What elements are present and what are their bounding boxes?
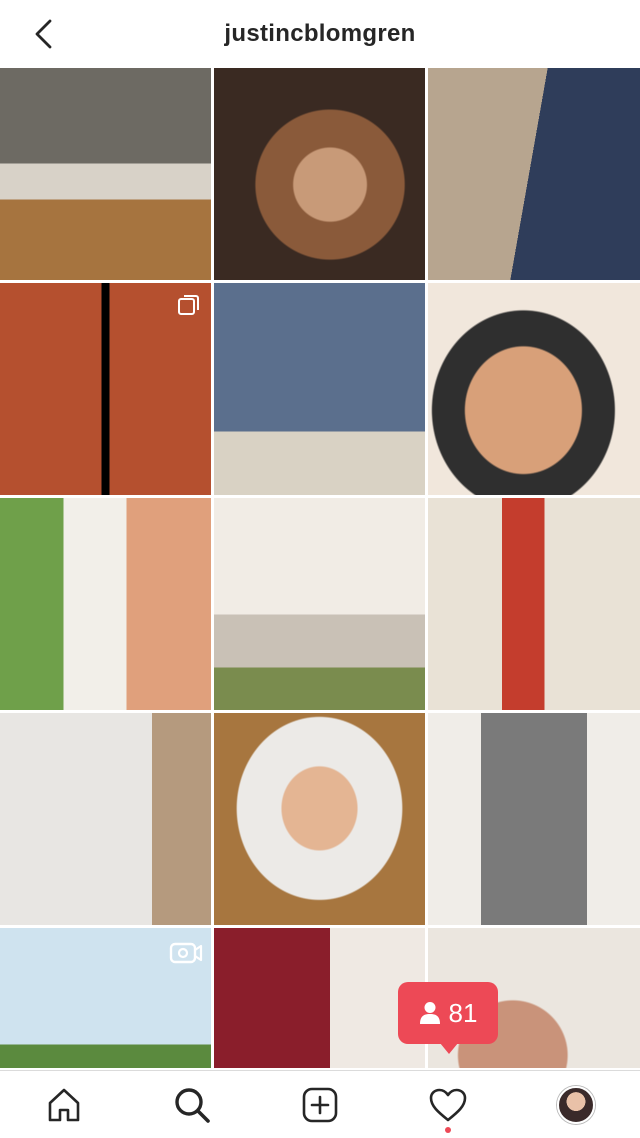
post-thumbnail	[0, 68, 211, 280]
tab-search[interactable]	[162, 1075, 222, 1135]
avatar	[557, 1085, 595, 1124]
post-robes-mirror[interactable]	[428, 713, 640, 925]
post-living-room[interactable]	[214, 498, 425, 710]
post-curtain-window[interactable]	[0, 713, 211, 925]
tab-activity[interactable]	[418, 1075, 478, 1135]
post-shirtless-room[interactable]	[214, 68, 425, 280]
post-thumbnail	[214, 713, 425, 925]
igtv-icon	[169, 942, 203, 964]
plus-square-icon	[302, 1087, 338, 1122]
profile-username: justincblomgren	[224, 20, 416, 47]
tab-profile[interactable]	[546, 1075, 606, 1135]
tab-new-post[interactable]	[290, 1075, 350, 1135]
post-selfie-couple[interactable]	[428, 283, 640, 495]
carousel-icon	[178, 295, 199, 315]
post-sweaters-couch[interactable]	[428, 68, 640, 280]
heart-icon	[429, 1088, 467, 1121]
post-friends-cafe[interactable]	[0, 68, 211, 280]
notification-count: 81	[448, 997, 478, 1028]
person-icon	[419, 1002, 440, 1024]
post-thumbnail	[428, 283, 640, 495]
search-icon	[175, 1087, 210, 1123]
post-film-strip[interactable]	[0, 283, 211, 495]
post-thumbnail	[428, 498, 640, 710]
tab-home[interactable]	[34, 1075, 94, 1135]
post-thumbnail	[0, 498, 211, 710]
post-thumbnail	[0, 713, 211, 925]
post-thumbnail	[214, 928, 425, 1068]
post-shower-plant[interactable]	[0, 498, 211, 710]
chevron-left-icon	[35, 19, 52, 49]
post-thumbnail	[428, 713, 640, 925]
activity-notification-badge[interactable]: 81	[398, 982, 498, 1054]
post-alpacas[interactable]	[428, 498, 640, 710]
back-button[interactable]	[24, 14, 64, 54]
post-couple-tee[interactable]	[214, 928, 425, 1068]
post-thumbnail	[214, 283, 425, 495]
post-thumbnail	[214, 498, 425, 710]
post-window-pose[interactable]	[214, 283, 425, 495]
top-bar: justincblomgren	[0, 0, 640, 68]
activity-dot	[445, 1126, 451, 1133]
post-grid	[0, 68, 640, 1068]
post-eiffel-tower[interactable]	[0, 928, 211, 1068]
bottom-tab-bar	[0, 1070, 640, 1138]
post-pillow-selfie[interactable]	[214, 713, 425, 925]
post-thumbnail	[214, 68, 425, 280]
home-icon	[48, 1088, 80, 1121]
post-thumbnail	[428, 68, 640, 280]
